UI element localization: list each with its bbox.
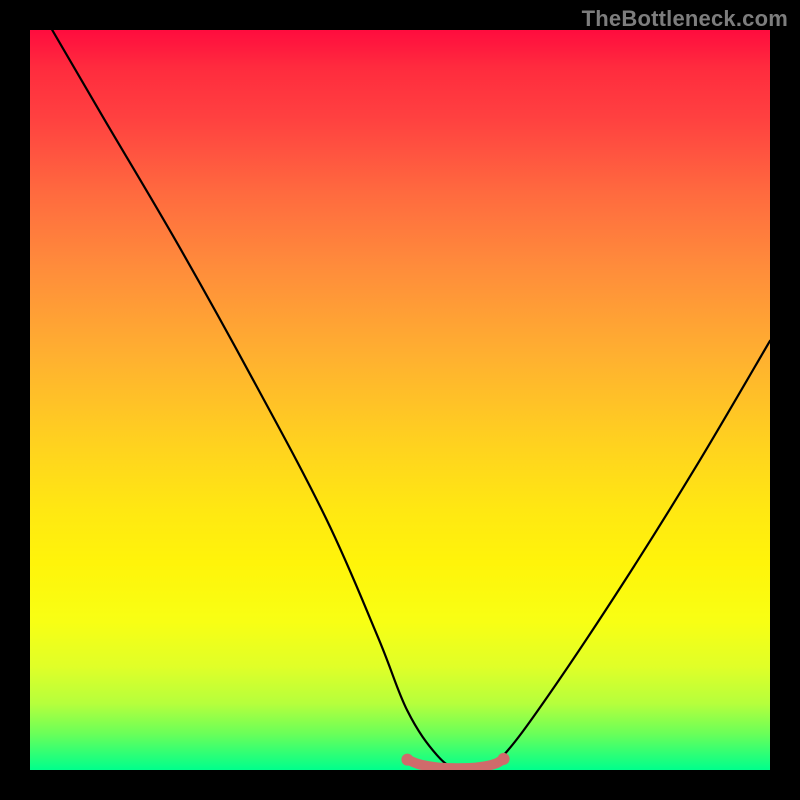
plot-area — [30, 30, 770, 770]
watermark-text: TheBottleneck.com — [582, 6, 788, 32]
chart-container: TheBottleneck.com — [0, 0, 800, 800]
bottleneck-curve — [52, 30, 770, 770]
curve-svg — [30, 30, 770, 770]
flat-minimum-marker — [407, 759, 503, 768]
marker-end-dot — [401, 754, 413, 766]
marker-end-dot — [498, 753, 510, 765]
